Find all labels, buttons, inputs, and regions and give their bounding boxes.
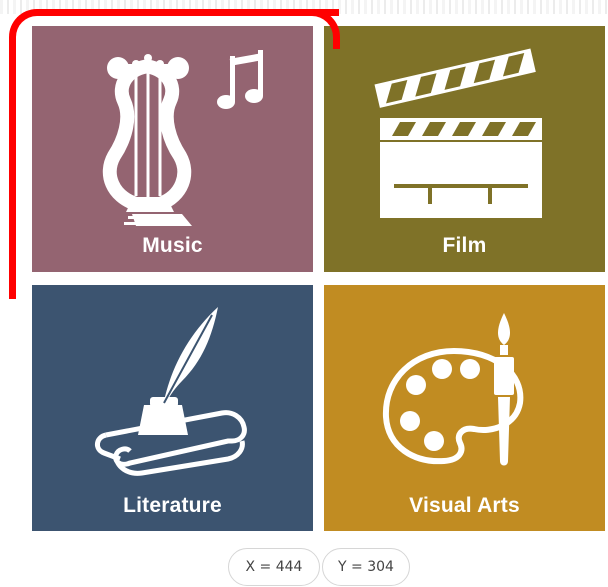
music-label: Music bbox=[142, 234, 203, 257]
visual-arts-label: Visual Arts bbox=[409, 494, 520, 517]
y-coordinate-badge: Y = 304 bbox=[322, 548, 410, 586]
literature-tile[interactable]: Literature bbox=[32, 285, 313, 531]
music-tile[interactable]: Music bbox=[32, 26, 313, 272]
visual-arts-tile[interactable]: Visual Arts bbox=[324, 285, 605, 531]
film-tile[interactable]: Film bbox=[324, 26, 605, 272]
film-label: Film bbox=[442, 234, 487, 257]
torn-top-edge bbox=[0, 0, 608, 14]
x-coordinate-badge: X = 444 bbox=[228, 548, 320, 586]
literature-label: Literature bbox=[123, 494, 222, 517]
